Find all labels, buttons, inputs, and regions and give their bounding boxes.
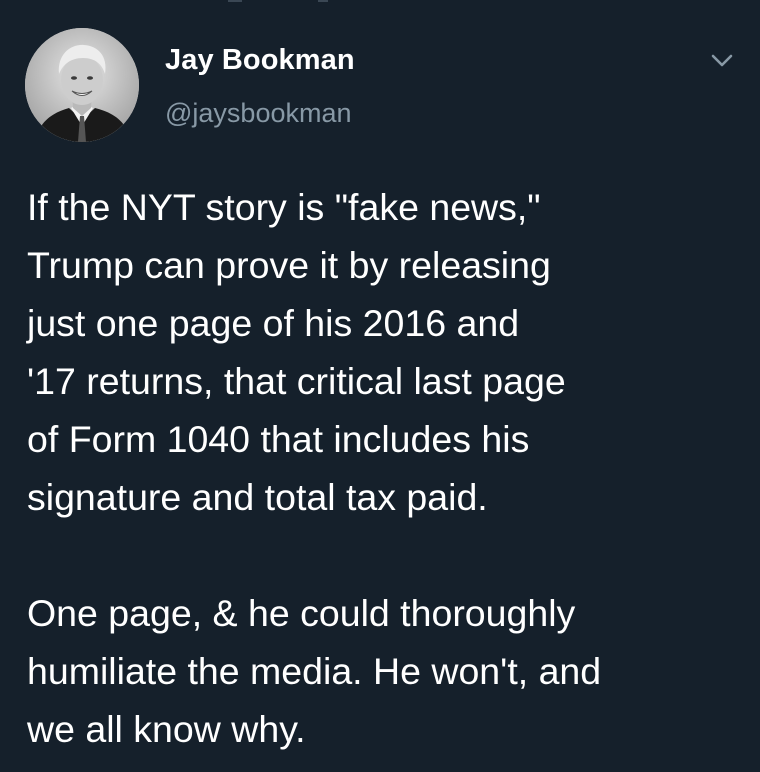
tweet-card: Jay Bookman @jaysbookman If the NYT stor… [0, 0, 760, 772]
avatar-photo [25, 28, 139, 142]
top-edge-fragment [0, 0, 760, 3]
avatar[interactable] [25, 28, 139, 142]
author-display-name[interactable]: Jay Bookman [165, 44, 355, 77]
chevron-down-icon[interactable] [708, 50, 736, 70]
author-handle[interactable]: @jaysbookman [165, 98, 352, 129]
tweet-text-paragraph-1: If the NYT story is "fake news," Trump c… [27, 186, 566, 518]
tweet-text-paragraph-2: One page, & he could thoroughly humiliat… [27, 592, 602, 750]
tweet-text: If the NYT story is "fake news," Trump c… [27, 178, 747, 758]
